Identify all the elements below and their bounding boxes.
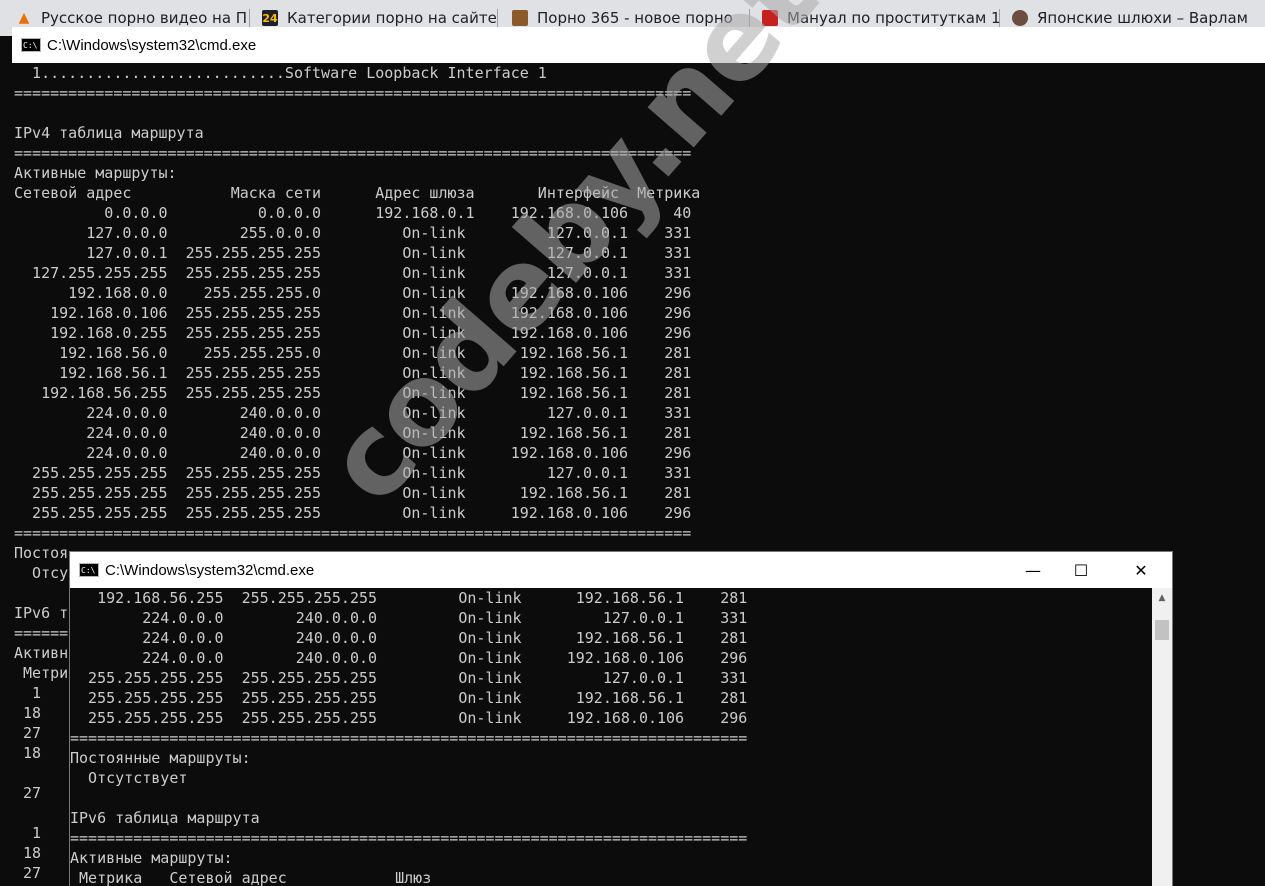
tab-divider bbox=[999, 9, 1000, 27]
console-line: Сетевой адрес Маска сети Адрес шлюза Инт… bbox=[14, 184, 701, 202]
console-line: 224.0.0.0 240.0.0.0 On-link 127.0.0.1 33… bbox=[70, 609, 748, 627]
console-line: ========================================… bbox=[14, 84, 692, 102]
console-line: 1...........................Software Loo… bbox=[14, 64, 547, 82]
tab-divider bbox=[749, 9, 750, 27]
scrollbar-thumb[interactable] bbox=[1155, 620, 1169, 640]
console-line: 255.255.255.255 255.255.255.255 On-link … bbox=[14, 464, 692, 482]
console-line: 192.168.0.106 255.255.255.255 On-link 19… bbox=[14, 304, 692, 322]
console-line: ========================================… bbox=[14, 144, 692, 162]
console-line: 255.255.255.255 255.255.255.255 On-link … bbox=[70, 689, 748, 707]
console-line: 192.168.56.1 255.255.255.255 On-link 192… bbox=[14, 364, 692, 382]
console-line: 127.0.0.0 255.0.0.0 On-link 127.0.0.1 33… bbox=[14, 224, 692, 242]
site-24-icon: 24 bbox=[262, 10, 278, 26]
console-line: 127.255.255.255 255.255.255.255 On-link … bbox=[14, 264, 692, 282]
console-line: 127.0.0.1 255.255.255.255 On-link 127.0.… bbox=[14, 244, 692, 262]
console-line: ========================================… bbox=[70, 829, 748, 847]
console-line: 224.0.0.0 240.0.0.0 On-link 192.168.0.10… bbox=[14, 444, 692, 462]
console-line: 192.168.56.255 255.255.255.255 On-link 1… bbox=[70, 589, 748, 607]
console-line: 224.0.0.0 240.0.0.0 On-link 192.168.56.1… bbox=[14, 424, 692, 442]
minimize-button[interactable]: — bbox=[1010, 552, 1056, 588]
window-title: C:\Windows\system32\cmd.exe bbox=[105, 561, 315, 579]
scroll-up-arrow-icon[interactable]: ▲ bbox=[1152, 588, 1172, 608]
front-window-titlebar[interactable]: C:\ C:\Windows\system32\cmd.exe — ☐ ✕ bbox=[70, 552, 1172, 588]
console-line: IPv4 таблица маршрута bbox=[14, 124, 204, 142]
cmd-icon: C:\ bbox=[79, 563, 99, 577]
console-line: 192.168.0.0 255.255.255.0 On-link 192.16… bbox=[14, 284, 692, 302]
front-cmd-window[interactable]: C:\ C:\Windows\system32\cmd.exe — ☐ ✕ 19… bbox=[69, 551, 1173, 886]
console-line: 224.0.0.0 240.0.0.0 On-link 192.168.56.1… bbox=[70, 629, 748, 647]
console-line: Метрика Сетевой адрес Шлюз bbox=[70, 869, 432, 886]
tab-title: Мануал по проституткам 1 bbox=[787, 9, 1000, 27]
console-line: 255.255.255.255 255.255.255.255 On-link … bbox=[70, 669, 748, 687]
console-output[interactable]: 192.168.56.255 255.255.255.255 On-link 1… bbox=[70, 588, 1152, 886]
console-line: 224.0.0.0 240.0.0.0 On-link 192.168.0.10… bbox=[70, 649, 748, 667]
console-line: ========================================… bbox=[14, 524, 692, 542]
console-line: 255.255.255.255 255.255.255.255 On-link … bbox=[70, 709, 748, 727]
back-window-titlebar[interactable]: C:\ C:\Windows\system32\cmd.exe bbox=[12, 27, 1265, 63]
tab-divider bbox=[249, 9, 250, 27]
console-line: ========================================… bbox=[70, 729, 748, 747]
cone-icon: ▲ bbox=[18, 10, 30, 26]
tab-title: Русское порно видео на П bbox=[41, 9, 248, 27]
site-avatar-icon bbox=[1012, 10, 1028, 26]
tab-divider bbox=[497, 9, 498, 27]
vertical-scrollbar[interactable]: ▲ bbox=[1152, 588, 1172, 886]
console-line: 192.168.56.255 255.255.255.255 On-link 1… bbox=[14, 384, 692, 402]
console-line: 224.0.0.0 240.0.0.0 On-link 127.0.0.1 33… bbox=[14, 404, 692, 422]
console-line: 255.255.255.255 255.255.255.255 On-link … bbox=[14, 504, 692, 522]
console-line: Постоянные маршруты: bbox=[70, 749, 251, 767]
console-line: Активные маршруты: bbox=[70, 849, 233, 867]
console-line: 192.168.0.255 255.255.255.255 On-link 19… bbox=[14, 324, 692, 342]
window-title: C:\Windows\system32\cmd.exe bbox=[47, 36, 257, 54]
site-365-icon bbox=[512, 10, 528, 26]
cmd-icon: C:\ bbox=[21, 38, 41, 52]
console-line: 192.168.56.0 255.255.255.0 On-link 192.1… bbox=[14, 344, 692, 362]
close-button[interactable]: ✕ bbox=[1118, 552, 1164, 588]
console-line: Отсутствует bbox=[70, 769, 188, 787]
console-line: IPv6 таблица маршрута bbox=[70, 809, 260, 827]
site-manual-icon bbox=[762, 10, 778, 26]
tab-title: Категории порно на сайте bbox=[287, 9, 497, 27]
console-line: Активные маршруты: bbox=[14, 164, 177, 182]
tab-title: Порно 365 - новое порно bbox=[537, 9, 733, 27]
console-line: 255.255.255.255 255.255.255.255 On-link … bbox=[14, 484, 692, 502]
maximize-button[interactable]: ☐ bbox=[1058, 552, 1104, 588]
tab-title: Японские шлюхи – Варлам bbox=[1037, 9, 1248, 27]
console-line: 0.0.0.0 0.0.0.0 192.168.0.1 192.168.0.10… bbox=[14, 204, 692, 222]
